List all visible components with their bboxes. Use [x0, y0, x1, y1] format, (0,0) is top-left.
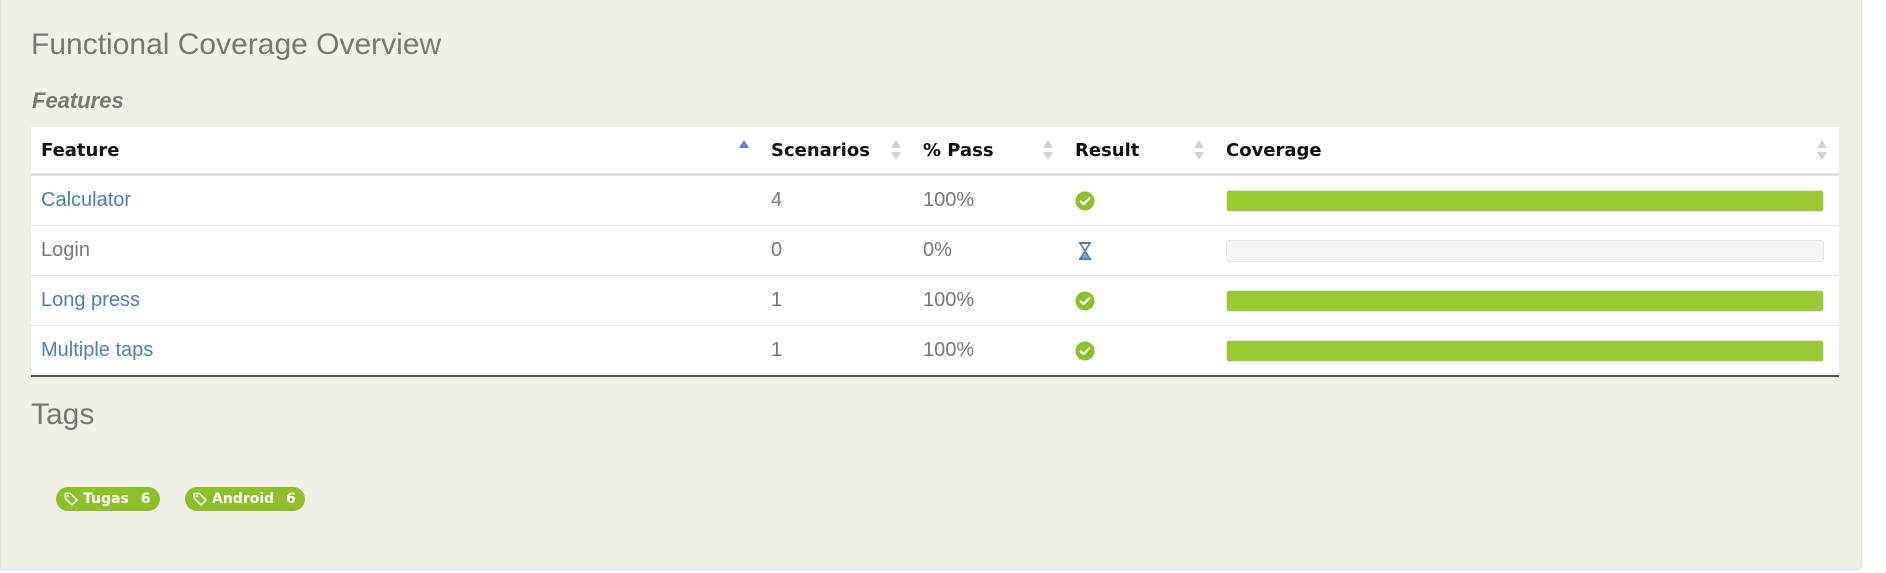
coverage-progress-bar: [1226, 239, 1824, 262]
cell-scenarios: 1: [761, 325, 913, 377]
tag-label: Android: [212, 491, 275, 507]
sort-icon: [891, 139, 901, 161]
coverage-progress-fill: [1227, 340, 1823, 361]
cell-scenarios: 4: [761, 174, 913, 226]
feature-name: Login: [41, 239, 90, 261]
column-header-pass[interactable]: % Pass: [913, 127, 1065, 176]
tag-icon: [192, 491, 212, 507]
tag-icon: [63, 491, 83, 507]
tag-label: Tugas: [83, 491, 129, 507]
column-header-label: Coverage: [1226, 139, 1322, 161]
cell-pass-percent: 100%: [913, 275, 1065, 326]
tag-badge[interactable]: Android 6: [185, 487, 305, 511]
column-header-label: Scenarios: [771, 139, 870, 161]
table-row: Login 0 0%: [31, 225, 1839, 276]
cell-coverage: [1216, 174, 1839, 226]
check-circle-icon: [1075, 189, 1095, 211]
coverage-progress-bar: [1226, 289, 1824, 312]
cell-pass-percent: 0%: [913, 225, 1065, 276]
sort-icon: [1194, 139, 1204, 161]
coverage-progress-bar: [1226, 189, 1824, 212]
cell-scenarios: 1: [761, 275, 913, 326]
coverage-panel: Functional Coverage Overview Features Fe…: [0, 0, 1862, 570]
cell-feature: Calculator: [31, 174, 761, 226]
features-table-container: Feature Scenarios % Pass Result Coverage…: [31, 127, 1839, 377]
column-header-label: % Pass: [923, 139, 994, 161]
cell-pass-percent: 100%: [913, 325, 1065, 377]
cell-coverage: [1216, 225, 1839, 276]
tag-count: 6: [286, 491, 296, 507]
cell-pass-percent: 100%: [913, 174, 1065, 226]
cell-result: [1065, 225, 1216, 276]
sort-ascending-icon: [739, 139, 749, 161]
cell-feature: Long press: [31, 275, 761, 326]
column-header-label: Feature: [41, 139, 120, 161]
check-circle-icon: [1075, 339, 1095, 361]
cell-feature: Multiple taps: [31, 325, 761, 377]
cell-coverage: [1216, 325, 1839, 377]
features-subtitle: Features: [32, 88, 124, 113]
features-table: Feature Scenarios % Pass Result Coverage…: [31, 127, 1839, 377]
cell-result: [1065, 174, 1216, 226]
cell-result: [1065, 325, 1216, 377]
hourglass-icon: [1075, 239, 1095, 261]
table-row: Multiple taps 1 100%: [31, 325, 1839, 377]
tag-badge[interactable]: Tugas 6: [56, 487, 160, 511]
column-header-result[interactable]: Result: [1065, 127, 1216, 176]
coverage-progress-bar: [1226, 339, 1824, 362]
column-header-coverage[interactable]: Coverage: [1216, 127, 1839, 176]
tags-title: Tags: [31, 398, 95, 431]
feature-link[interactable]: Multiple taps: [41, 339, 153, 361]
sort-icon: [1817, 139, 1827, 161]
sort-icon: [1043, 139, 1053, 161]
table-body: Calculator 4 100% Login 0 0% Long press 1 100% Mu…: [31, 174, 1839, 377]
page-title: Functional Coverage Overview: [31, 28, 442, 61]
coverage-progress-fill: [1227, 290, 1823, 311]
feature-link[interactable]: Calculator: [41, 189, 131, 211]
column-header-label: Result: [1075, 139, 1140, 161]
column-header-feature[interactable]: Feature: [31, 127, 761, 176]
check-circle-icon: [1075, 289, 1095, 311]
cell-result: [1065, 275, 1216, 326]
table-row: Calculator 4 100%: [31, 174, 1839, 226]
cell-scenarios: 0: [761, 225, 913, 276]
column-header-scenarios[interactable]: Scenarios: [761, 127, 913, 176]
table-header-row: Feature Scenarios % Pass Result Coverage: [31, 127, 1839, 176]
table-row: Long press 1 100%: [31, 275, 1839, 326]
cell-coverage: [1216, 275, 1839, 326]
cell-feature: Login: [31, 225, 761, 276]
coverage-progress-fill: [1227, 190, 1823, 211]
tag-count: 6: [140, 491, 151, 507]
feature-link[interactable]: Long press: [41, 289, 140, 311]
